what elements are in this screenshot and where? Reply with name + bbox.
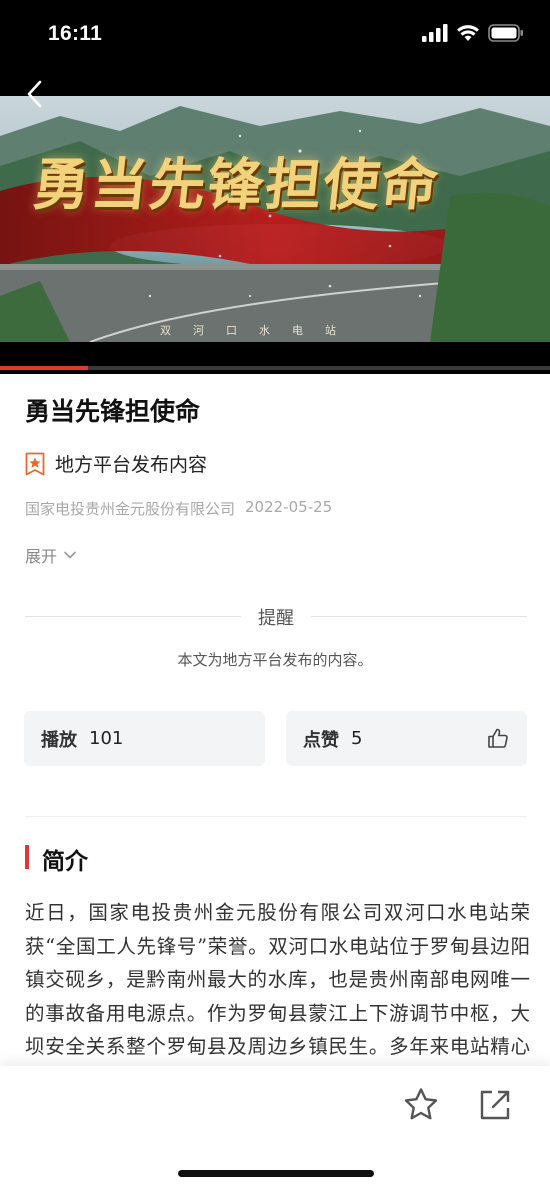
like-button[interactable]: 点赞 5	[286, 711, 527, 766]
bottom-action-bar	[0, 1066, 550, 1190]
battery-icon	[488, 24, 523, 42]
source-label: 地方平台发布内容	[55, 454, 208, 476]
meta-row: 国家电投贵州金元股份有限公司 2022-05-25	[25, 498, 332, 519]
star-outline-icon[interactable]	[402, 1086, 440, 1124]
plays-card: 播放 101	[24, 711, 265, 766]
home-indicator	[178, 1170, 374, 1177]
dam-sign: 双河口水电站	[160, 324, 358, 337]
intro-text: 近日，国家电投贵州金元股份有限公司双河口水电站荣获“全国工人先锋号”荣誉。双河口…	[25, 901, 530, 1058]
signal-icon	[422, 24, 448, 42]
notice-header: 提醒	[25, 604, 527, 629]
plays-label: 播放	[41, 729, 77, 751]
section-accent-bar	[25, 845, 29, 869]
star-badge-icon	[25, 452, 45, 475]
likes-label: 点赞	[303, 729, 339, 751]
video-progress-bar[interactable]	[0, 366, 550, 370]
intro-heading: 简介	[42, 848, 88, 875]
publisher-name: 国家电投贵州金元股份有限公司	[25, 500, 236, 518]
thumbs-up-icon	[488, 728, 508, 748]
video-overlay-title: 勇当先锋担使命	[30, 152, 443, 218]
video-player[interactable]: 勇当先锋担使命 双河口水电站	[0, 96, 550, 374]
status-bar: 16:11	[0, 0, 550, 96]
expand-label: 展开	[25, 547, 58, 566]
back-arrow-icon[interactable]	[20, 78, 52, 110]
article-title: 勇当先锋担使命	[25, 397, 201, 426]
status-time: 16:11	[48, 22, 103, 45]
plays-count: 101	[89, 728, 124, 749]
share-icon[interactable]	[476, 1086, 514, 1124]
video-progress-fill	[0, 366, 88, 370]
notice-divider-right	[311, 616, 527, 617]
chevron-down-icon	[64, 551, 76, 559]
wifi-icon	[457, 25, 479, 41]
status-icons	[422, 24, 524, 42]
publish-date: 2022-05-25	[245, 498, 333, 516]
notice-text: 本文为地方平台发布的内容。	[177, 651, 373, 669]
source-row: 地方平台发布内容	[25, 450, 207, 477]
likes-count: 5	[351, 728, 363, 749]
section-divider	[25, 816, 527, 817]
notice-title: 提醒	[258, 608, 294, 629]
expand-button[interactable]: 展开	[25, 543, 77, 567]
